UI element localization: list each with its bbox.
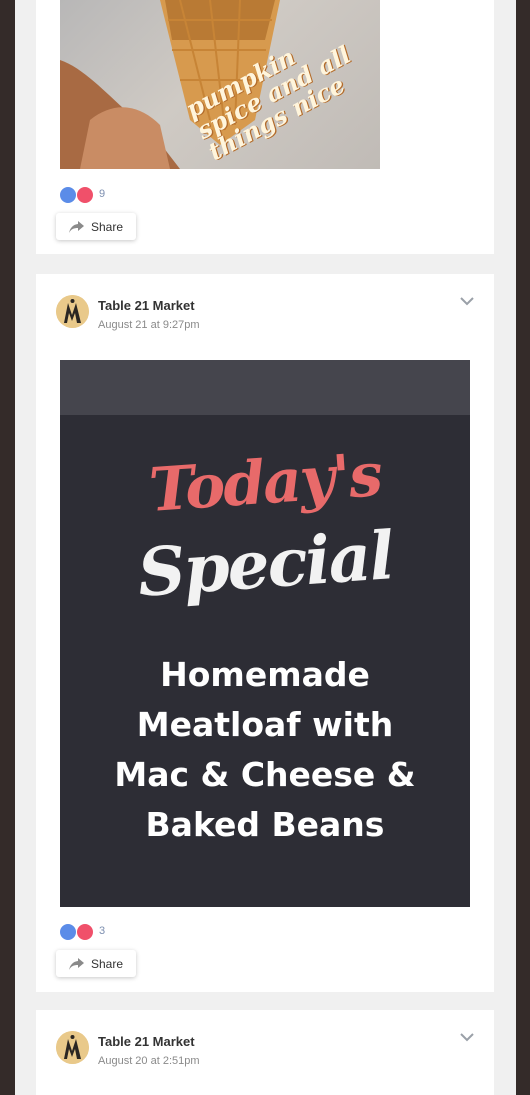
reaction-count: 9: [99, 188, 106, 200]
post-card: Table 21 Market August 21 at 9:27pm Toda…: [36, 274, 494, 992]
post-date[interactable]: August 20 at 2:51pm: [98, 1055, 200, 1067]
share-arrow-icon: [69, 221, 84, 233]
avatar-logo: [56, 1031, 89, 1064]
like-icon: [59, 186, 77, 204]
share-button[interactable]: Share: [56, 950, 136, 977]
post-card: Table 21 Market August 20 at 2:51pm: [36, 1010, 494, 1095]
post-header: Table 21 Market August 20 at 2:51pm: [56, 1030, 476, 1070]
share-label: Share: [91, 220, 124, 234]
reaction-count: 3: [99, 925, 106, 937]
share-button[interactable]: Share: [56, 213, 136, 240]
image-top-band: [60, 360, 470, 415]
special-description: Homemade Meatloaf with Mac & Cheese & Ba…: [114, 655, 416, 844]
love-icon: [76, 186, 94, 204]
page-avatar[interactable]: [56, 1031, 89, 1064]
share-label: Share: [91, 957, 124, 971]
page-name[interactable]: Table 21 Market: [98, 298, 195, 313]
chevron-down-icon[interactable]: [458, 1028, 476, 1046]
post-card: pumpkin spice and all things nice 9 Shar…: [36, 0, 494, 254]
post-image[interactable]: pumpkin spice and all things nice: [60, 0, 380, 169]
share-arrow-icon: [69, 958, 84, 970]
post-image[interactable]: Today's Special Homemade Meatloaf with M…: [60, 360, 470, 907]
love-icon: [76, 923, 94, 941]
feed-column: pumpkin spice and all things nice 9 Shar…: [15, 0, 516, 1095]
page-name[interactable]: Table 21 Market: [98, 1034, 195, 1049]
page-avatar[interactable]: [56, 295, 89, 328]
like-icon: [59, 923, 77, 941]
avatar-logo: [56, 295, 89, 328]
post-header: Table 21 Market August 21 at 9:27pm: [56, 294, 476, 334]
post-date[interactable]: August 21 at 9:27pm: [98, 319, 200, 331]
chevron-down-icon[interactable]: [458, 292, 476, 310]
